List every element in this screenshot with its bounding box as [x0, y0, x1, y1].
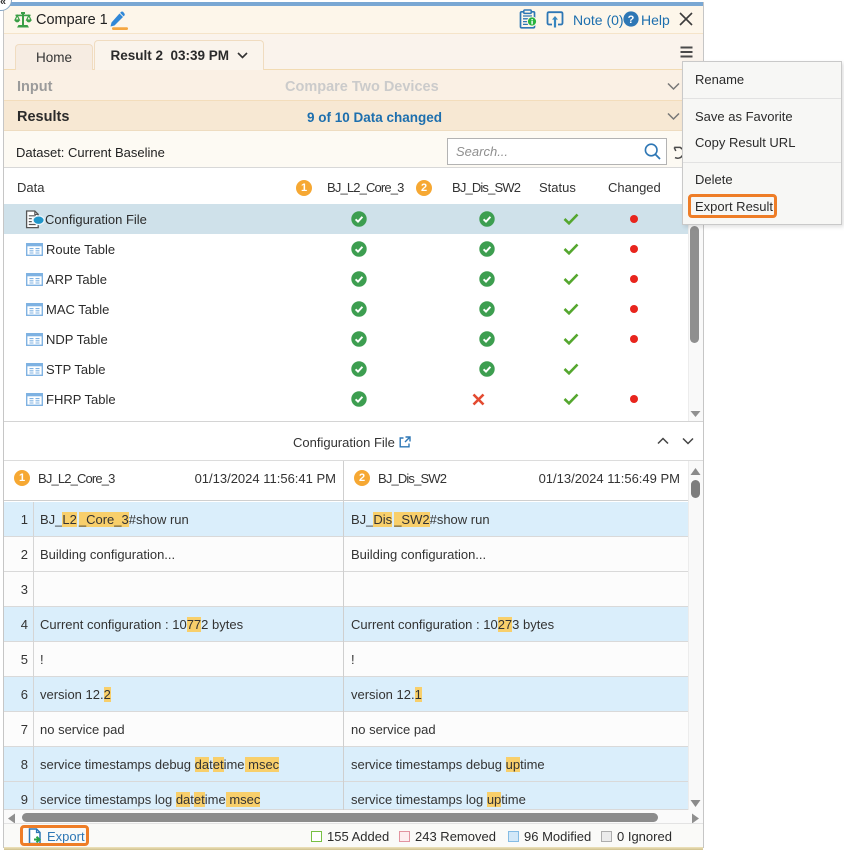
svg-text:?: ? — [628, 14, 635, 26]
